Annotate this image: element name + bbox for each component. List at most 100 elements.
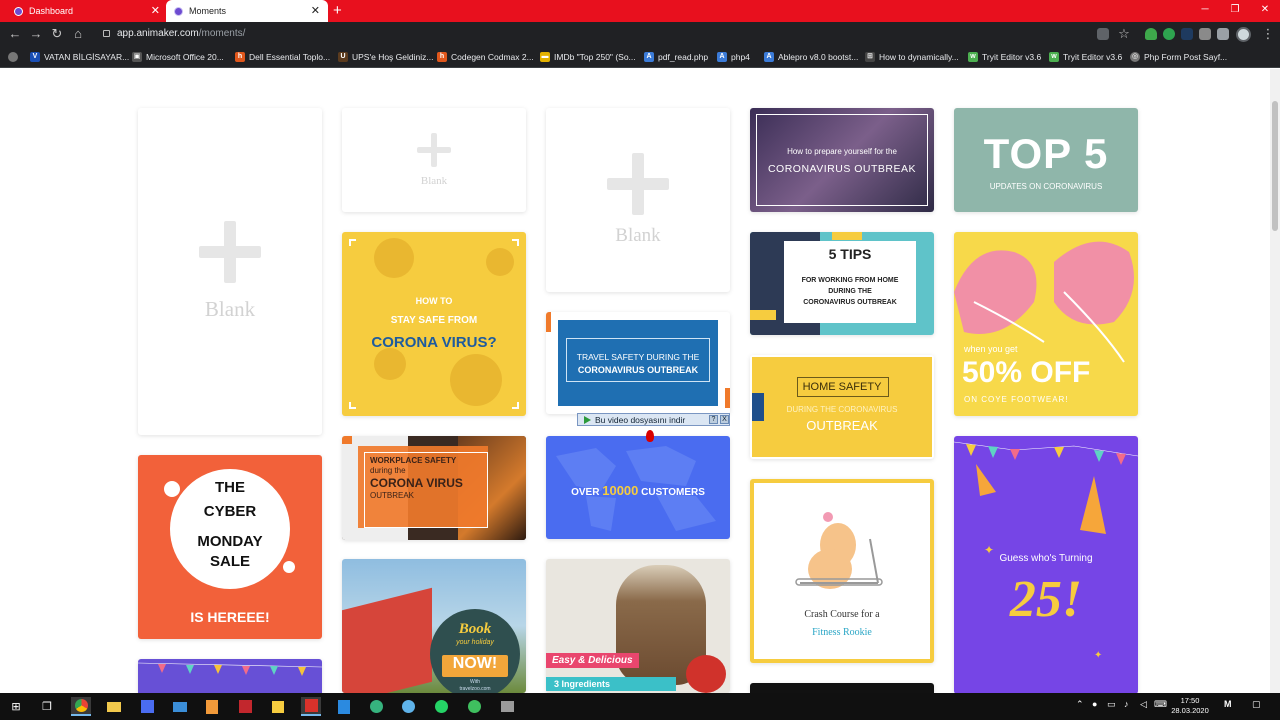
template-top-5[interactable]: TOP 5 UPDATES ON CORONAVIRUS [954,108,1138,212]
profile-avatar[interactable] [1236,27,1251,42]
clock-date: 28.03.2020 [1171,706,1209,715]
taskbar-mail-icon[interactable] [170,697,190,716]
menu-icon[interactable]: ⋮ [1260,26,1276,42]
help-icon[interactable]: ? [709,415,718,424]
bookmark-item[interactable]: ◎ Php Form Post Sayf... [1130,50,1227,64]
bookmark-item[interactable]: Apdf_read.php [644,50,708,64]
bookmark-item[interactable]: h Codegen Codmax 2... [437,50,534,64]
taskbar-app-icon[interactable] [268,697,288,716]
template-stay-safe-corona[interactable]: HOW TO STAY SAFE FROM CORONA VIRUS? [342,232,526,416]
template-corona-prepare[interactable]: How to prepare yourself for the CORONAVI… [750,108,934,212]
blank-template-vertical[interactable]: .p1::before{} Blank [138,108,322,435]
back-icon[interactable]: ← [7,26,23,42]
new-tab-icon[interactable]: + [333,2,342,20]
blank-template-square[interactable]: Blank [546,108,730,292]
bookmark-item[interactable]: V VATAN BİLGİSAYAR... [30,50,129,64]
close-window-icon[interactable]: ✕ [1250,0,1280,22]
bookmark-item[interactable]: A Ablepro v8.0 bootst... [764,50,858,64]
star-icon[interactable]: ☆ [1116,26,1132,42]
start-windows-icon[interactable]: ⊞ [6,697,26,716]
page-scrollbar[interactable] [1270,69,1280,693]
blank-template-landscape[interactable]: Blank [342,108,526,212]
video-download-popup[interactable]: Bu video dosyasını indir ? X [577,413,730,426]
taskbar-app-icon[interactable] [398,697,418,716]
template-10000-customers[interactable]: OVER 10000 CUSTOMERS [546,436,730,539]
lock-icon [103,30,110,37]
template-text: How to prepare yourself for the [787,147,897,156]
shield-extension-icon[interactable] [1145,28,1157,40]
tray-volume-icon[interactable]: ◁ [1140,699,1147,710]
bookmark-item[interactable]: ⊞ How to dynamically... [865,50,959,64]
minimize-icon[interactable]: ─ [1190,0,1220,22]
tab-dashboard[interactable]: Dashboard ✕ [6,0,168,22]
bookmark-item[interactable]: w Tryit Editor v3.6 [968,50,1041,64]
bookmark-item[interactable]: ▬ IMDb "Top 250" (So... [540,50,636,64]
taskbar-sublime-icon[interactable] [202,697,222,716]
template-workplace-safety[interactable]: WORKPLACE SAFETY during the CORONA VIRUS… [342,436,526,540]
forward-icon[interactable]: → [28,26,44,42]
translate-icon[interactable] [1097,28,1109,40]
taskbar-whatsapp-icon[interactable] [431,697,451,716]
template-text: CORONAVIRUS OUTBREAK [803,299,897,306]
template-cyber-monday[interactable]: THE CYBER MONDAY SALE IS HEREEE! [138,455,322,639]
bookmark-favicon-icon: ⊞ [865,52,875,62]
template-book-holiday[interactable]: Book your holiday NOW! With travelzoo.co… [342,559,526,693]
reload-icon[interactable]: ↻ [49,26,65,42]
template-5-tips[interactable]: 5 TIPS FOR WORKING FROM HOME DURING THE … [750,232,934,335]
template-home-safety[interactable]: HOME SAFETY DURING THE CORONAVIRUS OUTBR… [750,355,934,459]
tray-app-icon[interactable]: ● [1092,699,1097,709]
close-tab-icon[interactable]: ✕ [151,5,160,17]
tray-microphone-icon[interactable]: ♪ [1124,699,1129,709]
template-smoothie[interactable]: Easy & Delicious 3 Ingredients [546,559,730,693]
taskbar-app-icon[interactable] [137,697,157,716]
taskbar-recorder-icon[interactable] [301,697,321,716]
template-dark[interactable] [750,683,934,693]
tray-network-icon[interactable]: ▭ [1107,699,1116,710]
taskbar-filezilla-icon[interactable] [235,697,255,716]
taskbar-vscode-icon[interactable] [334,697,354,716]
close-icon[interactable]: X [720,415,729,424]
taskbar-app-icon[interactable] [464,697,484,716]
bookmark-item[interactable]: w Tryit Editor v3.6 [1049,50,1122,64]
party-decoration-illustration: ✦ ✦ [954,441,1138,661]
address-bar[interactable]: app.animaker.com/moments/ [95,25,1155,43]
bookmark-favicon-icon: h [437,52,447,62]
globe-icon [8,52,18,62]
mouse-cursor-icon [646,430,654,442]
bookmark-apps[interactable] [8,50,22,64]
extension-icon[interactable] [1217,28,1229,40]
extension-icon[interactable] [1181,28,1193,40]
notification-center-icon[interactable]: ▢ [1252,699,1261,710]
bookmark-item[interactable]: ▣ Microsoft Office 20... [132,50,224,64]
animaker-favicon-icon [174,6,183,16]
template-fitness-rookie[interactable]: Crash Course for a Fitness Rookie [750,479,934,663]
taskbar-app-icon[interactable] [366,697,386,716]
moments-gallery: .p1::before{} Blank THE CYBER MONDAY SAL… [0,69,1270,693]
taskbar-file-explorer-icon[interactable] [104,697,124,716]
play-icon [584,415,591,424]
home-icon[interactable]: ⌂ [70,26,86,42]
tray-app-icon[interactable]: M [1224,699,1232,709]
template-birthday-25[interactable]: ✦ ✦ Guess who's Turning 25! [954,436,1138,693]
tab-moments[interactable]: Moments ✕ [166,0,328,22]
extension-icon[interactable] [1163,28,1175,40]
template-shoes-50-off[interactable]: when you get 50% OFF ON COYE FOOTWEAR! [954,232,1138,416]
tab-strip: Dashboard ✕ Moments ✕ + ─ ❐ ✕ [0,0,1280,22]
tray-chevron-icon[interactable]: ⌃ [1076,699,1084,710]
template-travel-safety[interactable]: TRAVEL SAFETY DURING THE CORONAVIRUS OUT… [546,312,730,414]
taskbar-clock[interactable]: 17:50 28.03.2020 [1165,696,1215,716]
task-view-icon[interactable]: ❐ [37,697,57,716]
windows-taskbar: ⊞ ❐ ⌃ ● ▭ ♪ ◁ ⌨ 17:50 28.03.2020 M ▢ [0,693,1280,720]
scrollbar-thumb[interactable] [1272,101,1278,231]
template-text: CORONA VIRUS [370,476,463,490]
bookmark-item[interactable]: Aphp4 [717,50,750,64]
template-party-banner[interactable] [138,659,322,693]
bookmark-item[interactable]: h Dell Essential Toplo... [235,50,330,64]
taskbar-app-icon[interactable] [497,697,517,716]
close-tab-icon[interactable]: ✕ [311,5,320,17]
taskbar-chrome-icon[interactable] [71,697,91,716]
maximize-icon[interactable]: ❐ [1220,0,1250,22]
mail-extension-icon[interactable] [1199,28,1211,40]
bookmark-item[interactable]: U UPS'e Hoş Geldiniz... [338,50,433,64]
bookmarks-bar: V VATAN BİLGİSAYAR... ▣ Microsoft Office 2… [0,46,1280,68]
